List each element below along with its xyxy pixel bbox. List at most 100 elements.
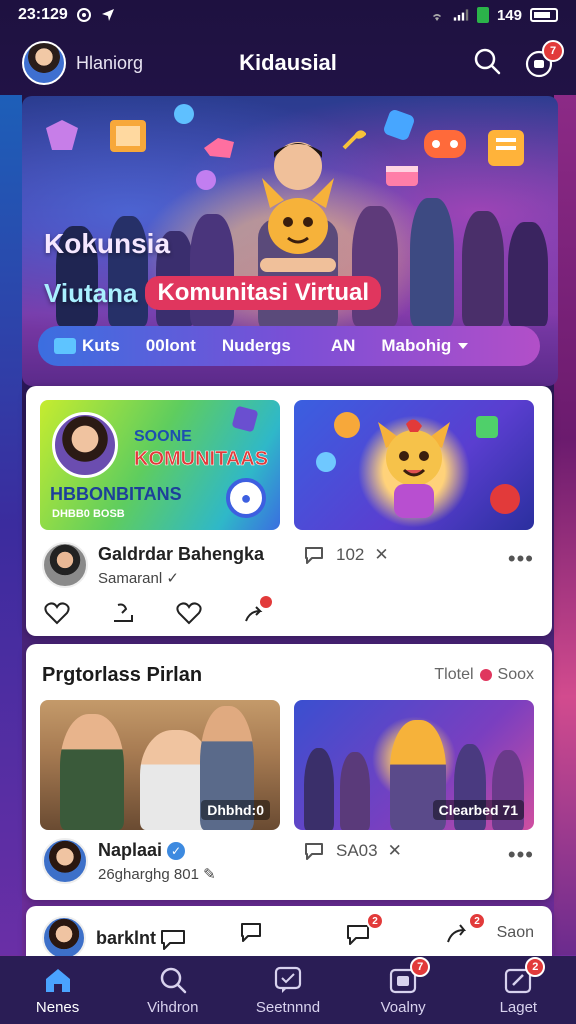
thumbnail-label: Clearbed 71 <box>432 800 524 820</box>
section-link[interactable]: Tlotel Soox <box>434 666 534 684</box>
author-name[interactable]: barklnt <box>96 928 156 949</box>
more-options-icon[interactable]: ••• <box>508 842 534 868</box>
person-figure <box>304 748 334 830</box>
author-subtitle-text: 26gharghg 801 <box>98 865 199 883</box>
post-thumbnail[interactable]: Dhbhd:0 <box>40 700 280 830</box>
crowd-person <box>410 198 454 326</box>
nav-item-search[interactable]: Vihdron <box>123 965 223 1016</box>
comment-count: SA03 <box>336 841 378 860</box>
status-battery-text: 149 <box>496 6 522 24</box>
nav-label: Voalny <box>380 998 426 1016</box>
chevron-down-icon <box>458 343 469 349</box>
post-thumbnail[interactable]: SOONE KOMUNITAAS HBBONBITANS DHBB0 BOSB … <box>40 400 280 530</box>
like-heart-icon[interactable] <box>44 600 70 626</box>
heart-tag-icon <box>204 138 234 158</box>
edit-icon: 2 <box>503 956 546 995</box>
calendar-icon: 7 <box>388 956 431 995</box>
person-figure <box>340 752 370 830</box>
person-figure <box>60 714 124 830</box>
post-meta: 102 ✕ <box>302 544 389 566</box>
filter-item-kuts[interactable]: Kuts <box>54 336 120 356</box>
cube-icon <box>232 406 258 432</box>
search-icon[interactable] <box>472 46 502 81</box>
nav-item-edit[interactable]: 2 Laget <box>468 956 568 1016</box>
author-subtitle: 26gharghg 801 ✎ <box>98 865 216 883</box>
nav-item-chat[interactable]: Seetnnnd <box>238 965 338 1016</box>
author-subtitle-text: Samaranl <box>98 569 163 587</box>
app-header: Hlaniorg Kidausial 7 <box>0 32 576 94</box>
save-button[interactable]: Saon <box>497 924 534 942</box>
nav-badge: 7 <box>410 956 431 977</box>
post-thumbnail[interactable] <box>294 400 534 530</box>
filter-label: 00lont <box>145 336 196 355</box>
thumbnail-text: DHBB0 BOSB <box>52 508 125 520</box>
notifications-badge: 7 <box>542 40 564 62</box>
filter-label: Mabohig <box>381 336 452 355</box>
message-icon[interactable] <box>238 920 264 946</box>
filter-item-nudergs[interactable]: Nudergs <box>222 336 291 356</box>
comment-icon[interactable] <box>302 544 326 566</box>
comment-icon[interactable] <box>158 925 188 951</box>
more-options-icon[interactable]: ••• <box>508 546 534 572</box>
filter-label: Nudergs <box>221 336 291 355</box>
filter-item-00lont[interactable]: 00lont <box>146 336 196 356</box>
folder-icon <box>54 338 76 354</box>
favorite-heart-icon[interactable] <box>176 600 202 626</box>
wifi-icon <box>429 7 445 23</box>
share-button[interactable]: 2 <box>444 912 486 951</box>
nav-label: Seetnnnd <box>255 998 321 1016</box>
thumbnail-text: HBBONBITANS <box>50 484 182 504</box>
nav-label: Laget <box>499 998 538 1016</box>
notifications-button[interactable]: 7 <box>524 40 564 78</box>
nav-item-home[interactable]: Nenes <box>8 965 108 1016</box>
filter-item-an[interactable]: AN <box>331 336 356 356</box>
fox-mascot-illustration <box>378 419 450 518</box>
header-actions: 7 <box>472 40 564 81</box>
hero-title-line1: Kokunsia <box>44 228 171 259</box>
hero-title-line2: Viutana <box>44 277 138 308</box>
post-thumbnail[interactable]: Clearbed 71 <box>294 700 534 830</box>
comment-icon[interactable] <box>302 840 326 862</box>
share-badge-dot <box>260 596 272 608</box>
author-name[interactable]: Galdrdar Bahengka <box>98 544 264 565</box>
picture-frame-icon <box>110 120 146 152</box>
share-icon[interactable] <box>242 596 272 626</box>
post-card-partial: barklnt 2 2 Saon <box>26 906 552 960</box>
repost-icon[interactable] <box>110 600 136 626</box>
author-subtitle: Samaranl ✓ <box>98 569 264 587</box>
close-icon[interactable]: ✕ <box>388 841 402 861</box>
gem-icon <box>384 110 414 140</box>
author-avatar[interactable] <box>42 838 88 884</box>
close-icon[interactable]: ✕ <box>374 545 388 565</box>
filter-label: AN <box>330 336 356 355</box>
nav-item-calendar[interactable]: 7 Voalny <box>353 956 453 1016</box>
ball-icon <box>490 484 520 514</box>
nav-label: Nenes <box>35 998 80 1016</box>
author-avatar[interactable] <box>42 916 86 960</box>
profile-avatar[interactable] <box>22 41 66 85</box>
block-icon <box>476 416 498 438</box>
signal-icon <box>453 7 469 23</box>
author-name-text: Naplaai <box>98 839 163 860</box>
username[interactable]: Hlaniorg <box>76 53 143 74</box>
emblem-icon: ● <box>226 478 266 518</box>
share-badge: 2 <box>468 912 486 930</box>
section-title: Prgtorlass Pirlan <box>42 664 203 686</box>
crowd-person <box>508 222 548 326</box>
thumbnail-label: Dhbhd:0 <box>201 800 270 820</box>
author-block: Galdrdar Bahengka Samaranl ✓ <box>98 544 264 587</box>
post-author-row: Galdrdar Bahengka Samaranl ✓ <box>42 542 264 588</box>
post-author-row: Naplaai ✓ 26gharghg 801 ✎ <box>42 838 216 884</box>
status-bar: 23:129 149 <box>0 0 576 30</box>
author-avatar[interactable] <box>42 542 88 588</box>
status-time: 23:129 <box>18 6 68 23</box>
battery-icon <box>530 8 558 22</box>
section-card: Prgtorlass Pirlan Tlotel Soox Dhbhd:0 Cl… <box>26 644 552 900</box>
author-name[interactable]: Naplaai ✓ <box>98 840 216 861</box>
post-author-row: barklnt <box>42 916 188 960</box>
hero-banner[interactable]: Kokunsia Viutana Komunitasi Virtual Kuts… <box>22 96 558 386</box>
filter-dropdown[interactable]: Mabohig <box>381 336 469 356</box>
hero-title-row: Viutana Komunitasi Virtual <box>44 276 382 310</box>
left-edge-decoration <box>0 95 22 955</box>
chat-button[interactable]: 2 <box>344 912 384 951</box>
